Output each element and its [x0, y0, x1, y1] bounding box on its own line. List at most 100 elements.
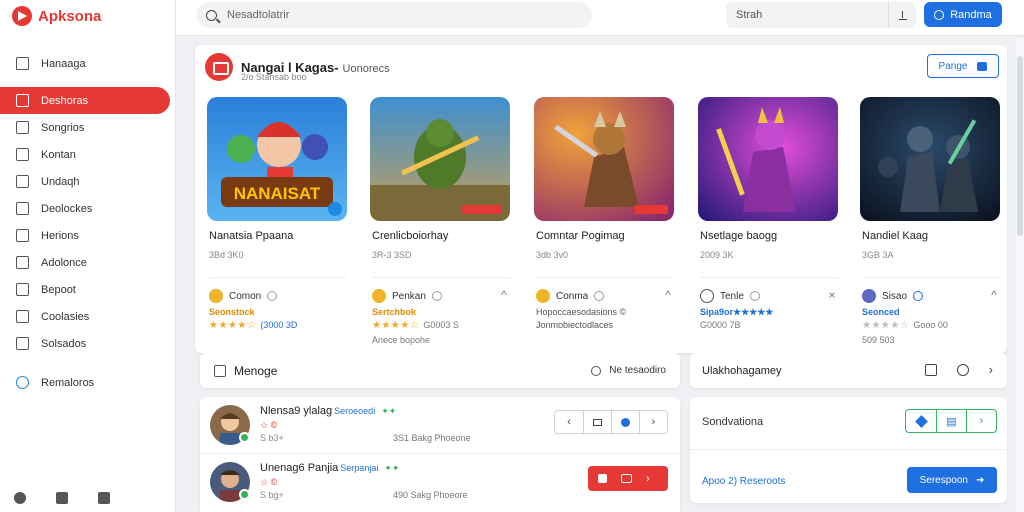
game-thumbnail[interactable] — [370, 97, 510, 221]
grid-button[interactable]: ▤ — [936, 410, 966, 432]
game-card[interactable]: Crenlicboiorhay 3R-3 3SD Penkan ^ Sertch… — [370, 97, 512, 347]
response-button[interactable]: Serespoon ➜ — [907, 467, 997, 493]
rating-count: (3000 3D — [260, 320, 298, 330]
collapse-icon[interactable]: ^ — [662, 289, 674, 301]
download-button[interactable] — [888, 2, 916, 28]
manage-button[interactable]: Pange — [927, 54, 999, 78]
grid-icon — [16, 94, 29, 107]
manage-panel-action[interactable]: Ne tesaodiro — [591, 365, 666, 376]
calendar-icon — [16, 229, 29, 242]
app-list: Nlensa9 ylalag Seroeoedi ✦✦ ☆ © S b3+ 3S1 … — [200, 397, 680, 512]
info-icon[interactable] — [14, 492, 26, 504]
settings-icon — [977, 61, 988, 71]
list-item[interactable]: Unenag6 Panjia Serpanjai ✦✦ ☆ © S bg+ 490 … — [200, 453, 680, 509]
online-badge — [239, 432, 250, 443]
game-thumbnail[interactable] — [534, 97, 674, 221]
game-developer: Conma — [536, 289, 605, 303]
circle-icon — [934, 9, 945, 20]
list-item-tag2: ✦✦ — [381, 406, 397, 416]
scrollbar-thumb[interactable] — [1017, 56, 1023, 236]
game-art — [698, 97, 838, 221]
sidebar-footer — [14, 492, 110, 504]
resources-link[interactable]: Apoo 2) Reseroots — [702, 476, 785, 487]
game-card[interactable]: Nsetlage baogg 2009 3K Tenle × Sipa9or★★… — [698, 97, 840, 347]
verified-icon — [594, 291, 605, 301]
rating-count: G0003 S — [423, 320, 459, 330]
game-carousel: NANAISAT Nanatsia Ppaana 3Bd 3K0 Comon S… — [207, 97, 1000, 347]
sidebar-item-kontan[interactable]: Kontan — [0, 141, 176, 168]
secondary-search-input[interactable]: Strah — [726, 2, 916, 28]
sidebar-item-deolockes[interactable]: Deolockes — [0, 195, 176, 222]
sidebar-extra: Remaloros — [0, 369, 176, 396]
svg-text:NANAISAT: NANAISAT — [234, 184, 321, 203]
verified-icon — [913, 291, 924, 301]
collapse-icon[interactable]: ^ — [498, 289, 510, 301]
sidebar-item-remaloros[interactable]: Remaloros — [0, 369, 176, 396]
book-icon[interactable] — [98, 492, 110, 504]
sidebar-item-songrios[interactable]: Songrios — [0, 114, 176, 141]
next-button[interactable]: › — [639, 411, 667, 433]
pin-button[interactable] — [906, 410, 936, 432]
developer-icon — [862, 289, 876, 303]
app-logo[interactable]: Apksona — [12, 4, 101, 28]
collapse-icon[interactable]: ^ — [988, 289, 1000, 301]
prev-button[interactable]: ‹ — [555, 411, 583, 433]
list-icon — [214, 365, 226, 377]
sidebar-item-herions[interactable]: Herions — [0, 222, 176, 249]
install-controls[interactable]: › — [588, 466, 668, 491]
play-button[interactable] — [611, 411, 639, 433]
game-card[interactable]: NANAISAT Nanatsia Ppaana 3Bd 3K0 Comon S… — [207, 97, 349, 347]
sidebar-item-adolonce[interactable]: Adolonce — [0, 249, 176, 276]
game-thumbnail[interactable] — [698, 97, 838, 221]
sidebar-item-undaqh[interactable]: Undaqh — [0, 168, 176, 195]
checkbox-icon[interactable] — [924, 364, 937, 376]
clock-icon[interactable] — [956, 364, 969, 376]
pin-icon — [914, 414, 928, 428]
app-name: Apksona — [38, 7, 102, 25]
folder-icon — [16, 310, 29, 323]
close-icon[interactable]: × — [826, 289, 838, 301]
developer-icon — [372, 289, 386, 303]
copy-button[interactable] — [583, 411, 611, 433]
game-title: Nsetlage baogg — [700, 230, 778, 242]
sidebar-item-deshoras[interactable]: Deshoras — [0, 87, 170, 114]
list-item[interactable]: Nlensa9 ylalag Seroeoedi ✦✦ ☆ © S b3+ 3S1 … — [200, 397, 680, 453]
next-button[interactable]: › — [966, 410, 996, 432]
game-category: Seonstock — [209, 307, 255, 317]
scrollbar[interactable] — [1016, 38, 1024, 512]
search-input[interactable]: Nesadtolatrir — [196, 2, 592, 28]
developer-name: Comon — [229, 290, 262, 302]
game-art: NANAISAT — [207, 97, 347, 221]
manage-panel-action-label: Ne tesaodiro — [609, 365, 666, 376]
game-thumbnail[interactable]: NANAISAT — [207, 97, 347, 221]
share-icon[interactable] — [56, 492, 68, 504]
sidebar-item-bepoot[interactable]: Bepoot — [0, 276, 176, 303]
list-item-meta: S b3+ — [260, 433, 284, 443]
developer-name: Sisao — [882, 290, 908, 302]
game-card[interactable]: Comntar Pogimag 3db 3v0 Conma ^ Hopoccae… — [534, 97, 676, 347]
sidebar-item-home[interactable]: Hanaaga — [0, 50, 176, 77]
list-item-tag: Serpanjai — [340, 463, 379, 473]
sidebar-item-solsados[interactable]: Solsados — [0, 330, 176, 357]
row-controls: ‹ › — [554, 410, 668, 434]
compass-icon — [16, 148, 29, 161]
game-card[interactable]: Nandiel Kaag 3GB 3A Sisao ^ Seonced ★★★★… — [860, 97, 1002, 347]
game-category: Seonced — [862, 307, 900, 317]
sidebar-item-coolasies[interactable]: Coolasies — [0, 303, 176, 330]
logo-icon — [12, 6, 32, 26]
sidebar-item-label: Solsados — [41, 337, 87, 350]
chevron-right-icon[interactable]: › — [989, 363, 993, 376]
game-title: Nanatsia Ppaana — [209, 230, 294, 242]
game-thumbnail[interactable] — [860, 97, 1000, 221]
developer-icon — [209, 289, 223, 303]
sidebar-item-label: Undaqh — [41, 175, 80, 188]
list-item-name: Unenag6 Panjia — [260, 462, 339, 474]
primary-action-button[interactable]: Randma — [924, 2, 1002, 27]
game-category: Hopoccaesodasions © — [536, 307, 627, 317]
game-category: Sipa9or★★★★★ — [700, 307, 774, 317]
list-item-tag: Seroeoedi — [334, 406, 376, 416]
sidebar: Apksona Hanaaga Deshoras Songrios Kontan… — [0, 0, 176, 512]
game-rating: ★★★★☆ G0003 S — [372, 320, 459, 331]
game-meta: 2009 3K — [700, 250, 734, 260]
sidebar-item-label: Deshoras — [41, 94, 89, 107]
